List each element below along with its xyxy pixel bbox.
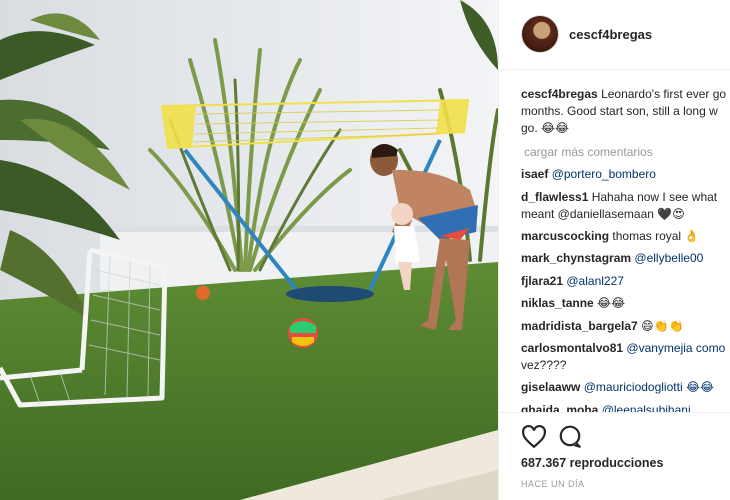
comment-text[interactable]: @ellybelle00	[634, 251, 703, 265]
comment-text: vez????	[521, 358, 567, 372]
comment-username[interactable]: mark_chynstagram	[521, 251, 631, 265]
comment-row-continuation: vez????	[521, 357, 566, 374]
comment-row: marcuscocking thomas royal 👌	[521, 228, 699, 245]
post-timestamp[interactable]: HACE UN DÍA	[521, 479, 585, 489]
comment-row: d_flawless1 Hahaha now I see what	[521, 189, 717, 206]
post-header: cescf4bregas	[499, 0, 730, 70]
caption: cescf4bregas Leonardo's first ever go mo…	[521, 86, 730, 137]
comment-text: 😂😂	[597, 296, 626, 310]
load-more-comments-link[interactable]: cargar más comentarios	[524, 144, 653, 161]
comment-text[interactable]: @vanymejia como	[626, 341, 725, 355]
comment-row-continuation: meant @daniellasemaan 🖤😍	[521, 206, 685, 223]
post-sidebar: cescf4bregas cescf4bregas Leonardo's fir…	[498, 0, 730, 500]
post-video[interactable]	[0, 0, 498, 500]
comment-text: 😄👏👏	[641, 319, 684, 333]
comment-username[interactable]: fjlara21	[521, 274, 563, 288]
comment-text[interactable]: @portero_bombero	[552, 167, 656, 181]
heart-icon[interactable]	[521, 424, 547, 450]
comment-row: fjlara21 @alanl227	[521, 273, 624, 290]
comment-username[interactable]: marcuscocking	[521, 229, 609, 243]
comment-row: carlosmontalvo81 @vanymejia como	[521, 340, 725, 357]
comment-text: thomas royal 👌	[612, 229, 700, 243]
post-actions: 687.367 reproducciones HACE UN DÍA	[499, 412, 730, 500]
comment-row: isaef @portero_bombero	[521, 166, 656, 183]
comment-icon[interactable]	[557, 424, 583, 450]
comment-text: Hahaha now I see what	[591, 190, 718, 204]
comment-row: mark_chynstagram @ellybelle00	[521, 250, 703, 267]
comment-username[interactable]: carlosmontalvo81	[521, 341, 623, 355]
comment-username[interactable]: isaef	[521, 167, 548, 181]
comment-text: meant @daniellasemaan 🖤😍	[521, 207, 685, 221]
caption-username[interactable]: cescf4bregas	[521, 87, 598, 101]
comment-text[interactable]: @mauriciodogliotti 😂😂	[584, 380, 714, 394]
avatar[interactable]	[521, 15, 559, 53]
header-username[interactable]: cescf4bregas	[569, 27, 652, 42]
comment-username[interactable]: madridista_bargela7	[521, 319, 638, 333]
comment-text[interactable]: @alanl227	[566, 274, 624, 288]
comment-username[interactable]: giselaaww	[521, 380, 580, 394]
video-frame-illustration	[0, 0, 498, 500]
comment-username[interactable]: niklas_tanne	[521, 296, 594, 310]
comment-username[interactable]: d_flawless1	[521, 190, 588, 204]
comment-row: giselaaww @mauriciodogliotti 😂😂	[521, 379, 714, 396]
comment-row: niklas_tanne 😂😂	[521, 295, 625, 312]
comment-row: madridista_bargela7 😄👏👏	[521, 318, 683, 335]
view-count: 687.367 reproducciones	[521, 456, 664, 470]
